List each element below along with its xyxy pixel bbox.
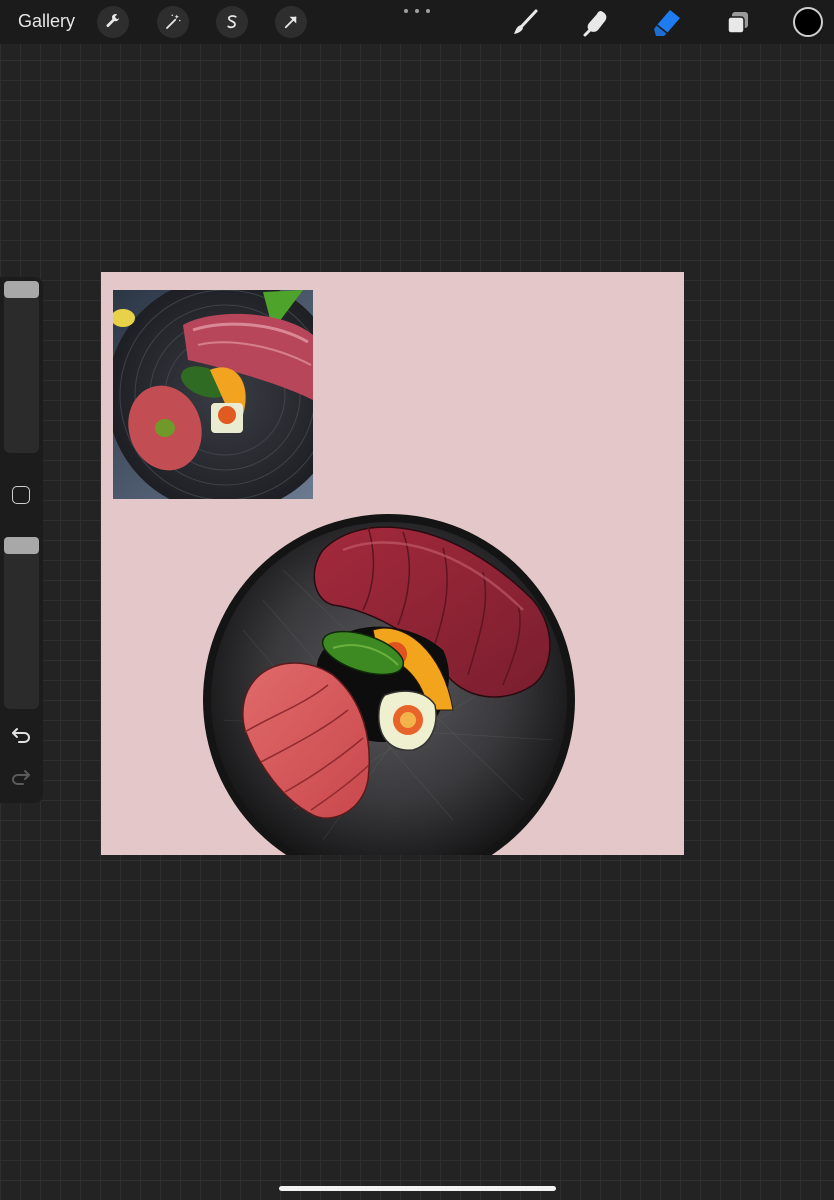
brush-size-slider-thumb[interactable] <box>4 281 39 298</box>
dot <box>426 9 430 13</box>
eraser-tool-button[interactable] <box>650 6 684 40</box>
gallery-button[interactable]: Gallery <box>18 11 75 32</box>
brush-icon <box>514 9 538 34</box>
adjustments-button[interactable] <box>157 6 189 38</box>
actions-button[interactable] <box>97 6 129 38</box>
plate-illustration <box>203 510 576 855</box>
cursor-arrow-icon <box>284 16 297 29</box>
brush-tool-button[interactable] <box>508 6 542 40</box>
more-options-handle[interactable] <box>404 5 430 17</box>
brush-size-slider[interactable] <box>4 281 39 453</box>
left-sidebar <box>0 277 43 803</box>
top-toolbar: Gallery <box>0 0 834 44</box>
color-picker-button[interactable] <box>793 7 823 37</box>
plate-drawing <box>203 514 575 855</box>
magic-wand-icon <box>166 14 181 29</box>
opacity-slider[interactable] <box>4 537 39 709</box>
undo-button[interactable] <box>10 724 32 746</box>
layers-button[interactable] <box>721 6 755 40</box>
modify-button[interactable] <box>12 486 30 504</box>
selection-button[interactable] <box>216 6 248 38</box>
redo-icon <box>11 770 30 785</box>
smudge-tool-button[interactable] <box>579 6 613 40</box>
undo-icon <box>12 728 31 743</box>
layers-icon <box>727 12 748 34</box>
reference-photo-image <box>113 290 313 499</box>
reference-photo[interactable] <box>113 290 313 499</box>
drawing-canvas[interactable] <box>101 272 684 855</box>
selection-s-icon <box>227 15 237 29</box>
dot <box>404 9 408 13</box>
wrench-icon <box>106 14 119 27</box>
smudge-icon <box>583 11 607 37</box>
home-indicator[interactable] <box>279 1186 556 1191</box>
dot <box>415 9 419 13</box>
redo-button[interactable] <box>10 766 32 788</box>
transform-button[interactable] <box>275 6 307 38</box>
eraser-icon <box>654 10 680 36</box>
opacity-slider-thumb[interactable] <box>4 537 39 554</box>
